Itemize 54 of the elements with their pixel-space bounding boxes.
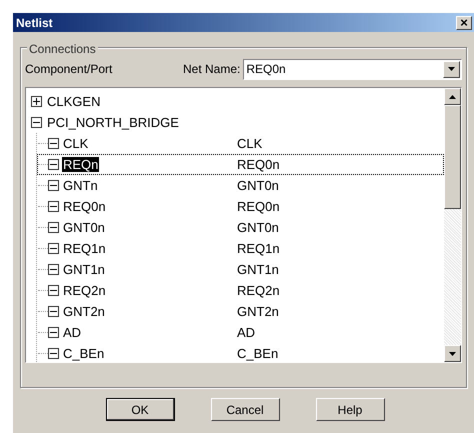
scrollbar-thumb[interactable] — [444, 105, 461, 209]
port-name[interactable]: GNT0n — [62, 218, 237, 238]
port-name[interactable]: REQ2n — [62, 280, 237, 300]
collapse-icon[interactable] — [48, 348, 59, 359]
tree-item[interactable]: CLKGEN — [46, 92, 102, 112]
port-name[interactable]: REQ1n — [62, 238, 237, 258]
collapse-icon[interactable] — [48, 159, 59, 170]
collapse-icon[interactable] — [48, 327, 59, 338]
net-name: GNT0n — [237, 218, 279, 237]
column-label: Component/Port — [25, 61, 114, 78]
collapse-icon[interactable] — [48, 222, 59, 233]
dialog-button[interactable]: OK — [106, 398, 174, 421]
window-title: Netlist — [16, 14, 53, 32]
net-name: REQ2n — [237, 282, 280, 300]
port-name[interactable]: AD — [62, 322, 237, 342]
caret-down-icon — [448, 67, 455, 71]
port-name[interactable]: GNTn — [62, 176, 237, 196]
net-name: CLK — [237, 134, 262, 153]
collapse-icon[interactable] — [31, 117, 42, 128]
net-name: GNT1n — [237, 260, 279, 279]
scroll-up-button[interactable] — [444, 88, 461, 105]
net-name: GNT0n — [237, 176, 279, 195]
net-name: REQ1n — [237, 240, 280, 258]
net-name: GNT2n — [237, 302, 279, 321]
scroll-down-button[interactable] — [444, 345, 461, 362]
net-name-combobox[interactable]: REQ0n — [243, 58, 462, 80]
port-name[interactable]: REQn — [62, 154, 237, 174]
port-name[interactable]: CLK — [62, 134, 237, 154]
net-name: AD — [237, 324, 256, 342]
dialog-button[interactable]: Help — [316, 398, 384, 421]
port-name[interactable]: GNT1n — [62, 260, 237, 280]
caret-down-icon — [449, 352, 456, 356]
field-label: Net Name: — [183, 61, 240, 78]
collapse-icon[interactable] — [48, 201, 59, 212]
port-name[interactable]: GNT2n — [62, 302, 237, 322]
net-name: REQ0n — [237, 198, 280, 216]
port-name[interactable]: C_BEn — [62, 344, 237, 362]
collapse-icon[interactable] — [48, 138, 59, 149]
close-button[interactable]: × — [456, 16, 472, 30]
collapse-icon[interactable] — [48, 180, 59, 191]
expand-icon[interactable] — [31, 96, 42, 107]
port-name[interactable]: REQ0n — [62, 196, 237, 216]
collapse-icon[interactable] — [48, 285, 59, 296]
caret-up-icon — [449, 94, 456, 98]
collapse-icon[interactable] — [48, 306, 59, 317]
selected-row[interactable]: REQn REQ0n — [37, 154, 444, 175]
net-name: REQ0n — [237, 156, 280, 174]
collapse-icon[interactable] — [48, 264, 59, 275]
dialog-button[interactable]: Cancel — [210, 398, 280, 421]
collapse-icon[interactable] — [48, 243, 59, 254]
net-name: C_BEn — [237, 344, 278, 362]
tree-item[interactable]: PCI_NORTH_BRIDGE — [46, 112, 180, 132]
dropdown-button[interactable] — [443, 60, 460, 78]
vertical-scrollbar[interactable] — [444, 88, 461, 362]
